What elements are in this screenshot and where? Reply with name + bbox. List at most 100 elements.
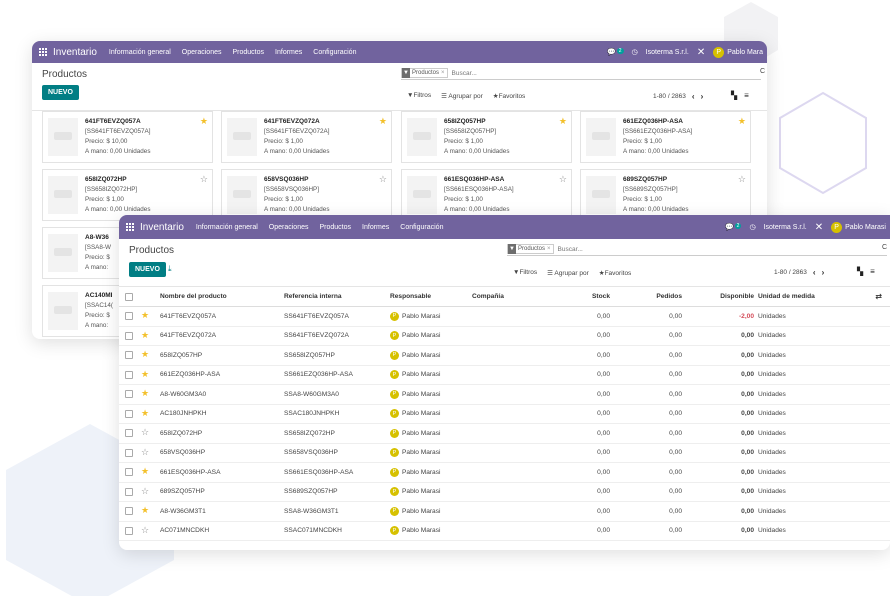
facet-remove-icon[interactable]: × (547, 246, 553, 252)
menu-item-operations[interactable]: Operaciones (269, 224, 309, 231)
clock-icon[interactable]: ◷ (632, 48, 638, 56)
kanban-view-icon[interactable]: ▚ (731, 91, 737, 100)
group-by-button[interactable]: ☰ Agrupar por (441, 92, 483, 100)
favorite-star-icon[interactable]: ★ (141, 349, 149, 360)
chat-icon[interactable]: 💬 2 (725, 223, 742, 231)
table-row[interactable]: ★ 641FT6EVZQ057A SS641FT6EVZQ057A P Pablo Ma… (119, 307, 890, 327)
menu-item-configuration[interactable]: Configuración (313, 49, 356, 56)
favorite-star-icon[interactable]: ★ (379, 116, 387, 127)
favorite-star-icon[interactable]: ★ (141, 408, 149, 419)
clock-icon[interactable]: ◷ (749, 223, 755, 231)
col-stock[interactable]: Stock (592, 293, 610, 300)
menu-item-general[interactable]: Información general (109, 49, 171, 56)
new-button[interactable]: NUEVO (42, 85, 79, 100)
table-row[interactable]: ★ 661ESQ036HP-ASA SS661ESQ036HP-ASA P Pablo … (119, 463, 890, 483)
favorites-button[interactable]: ★Favoritos (493, 92, 526, 100)
menu-item-general[interactable]: Información general (196, 224, 258, 231)
search-facet[interactable]: ▼ Productos × (401, 68, 448, 78)
favorite-star-icon[interactable]: ★ (738, 116, 746, 127)
tools-icon[interactable]: ✕ (697, 47, 705, 58)
kanban-card[interactable]: 658IZQ072HP [SS658IZQ072HP] Precio: $ 1,00… (42, 169, 213, 221)
favorite-star-icon[interactable]: ☆ (141, 427, 149, 438)
kanban-card[interactable]: 641FT6EVZQ057A [SS641FT6EVZQ057A] Precio: … (42, 111, 213, 163)
kanban-card[interactable]: 658IZQ057HP [SS658IZQ057HP] Precio: $ 1,00… (401, 111, 572, 163)
menu-item-operations[interactable]: Operaciones (182, 49, 222, 56)
pager-value[interactable]: 1-80 / 2863 (653, 93, 686, 100)
table-row[interactable]: ★ A8-W60GM3A0 SSA8-W60GM3A0 P Pablo Marasi 0,… (119, 385, 890, 405)
search-bar[interactable]: ▼ Productos × Buscar... C (507, 243, 887, 256)
kanban-card[interactable]: 689SZQ057HP [SS689SZQ057HP] Precio: $ 1,00… (580, 169, 751, 221)
app-menu-icon[interactable] (125, 223, 134, 232)
table-row[interactable]: ☆ AC071MNCDKH SSAC071MNCDKH P Pablo Marasi 0,… (119, 522, 890, 541)
search-bar[interactable]: ▼ Productos × Buscar... C (401, 67, 765, 80)
app-name[interactable]: Inventario (53, 47, 97, 58)
col-ref[interactable]: Referencia interna (284, 293, 342, 300)
favorite-star-icon[interactable]: ☆ (738, 174, 746, 185)
row-checkbox[interactable] (125, 390, 133, 399)
table-row[interactable]: ☆ 689SZQ057HP SS689SZQ057HP P Pablo Marasi 0,… (119, 483, 890, 502)
table-row[interactable]: ★ A8-W36GM3T1 SSA8-W36GM3T1 P Pablo Marasi 0,… (119, 502, 890, 522)
search-facet[interactable]: ▼ Productos × (507, 244, 554, 254)
user-menu[interactable]: P Pablo Marasi (831, 221, 886, 233)
pager-next-icon[interactable]: › (701, 92, 704, 101)
favorite-star-icon[interactable]: ★ (141, 388, 149, 399)
row-checkbox[interactable] (125, 429, 133, 438)
table-row[interactable]: ★ 658IZQ057HP SS658IZQ057HP P Pablo Marasi 0,… (119, 346, 890, 366)
menu-item-reports[interactable]: Informes (275, 49, 302, 56)
row-checkbox[interactable] (125, 487, 133, 496)
menu-item-reports[interactable]: Informes (362, 224, 389, 231)
col-company[interactable]: Compañía (472, 293, 504, 300)
pager-value[interactable]: 1-80 / 2863 (774, 269, 807, 276)
table-row[interactable]: ★ 661EZQ036HP-ASA SS661EZQ036HP-ASA P Pablo … (119, 366, 890, 385)
table-row[interactable]: ☆ 658VSQ036HP SS658VSQ036HP P Pablo Marasi 0,… (119, 444, 890, 463)
favorite-star-icon[interactable]: ★ (559, 116, 567, 127)
pager-prev-icon[interactable]: ‹ (813, 268, 816, 277)
row-checkbox[interactable] (125, 507, 133, 516)
new-button[interactable]: NUEVO (129, 262, 166, 277)
kanban-card[interactable]: 658VSQ036HP [SS658VSQ036HP] Precio: $ 1,00… (221, 169, 392, 221)
user-menu[interactable]: P Pablo Mara (713, 46, 763, 58)
group-by-button[interactable]: ☰ Agrupar por (547, 269, 589, 277)
row-checkbox[interactable] (125, 526, 133, 535)
kanban-card[interactable]: 641FT6EVZQ072A [SS641FT6EVZQ072A] Precio: … (221, 111, 392, 163)
favorite-star-icon[interactable]: ★ (141, 505, 149, 516)
optional-columns-icon[interactable]: ⇄ (875, 292, 882, 301)
table-row[interactable]: ☆ 658IZQ072HP SS658IZQ072HP P Pablo Marasi 0,… (119, 424, 890, 444)
row-checkbox[interactable] (125, 370, 133, 379)
favorite-star-icon[interactable]: ☆ (141, 525, 149, 536)
filters-button[interactable]: ▼Filtros (513, 269, 537, 277)
tools-icon[interactable]: ✕ (815, 222, 823, 233)
table-row[interactable]: ★ 641FT6EVZQ072A SS641FT6EVZQ072A P Pablo Ma… (119, 327, 890, 346)
favorite-star-icon[interactable]: ★ (200, 116, 208, 127)
pager-prev-icon[interactable]: ‹ (692, 92, 695, 101)
favorite-star-icon[interactable]: ☆ (379, 174, 387, 185)
favorite-star-icon[interactable]: ★ (141, 330, 149, 341)
kanban-card[interactable]: 661EZQ036HP-ASA [SS661EZQ036HP-ASA] Precio… (580, 111, 751, 163)
table-row[interactable]: ★ AC180JNHPKH SSAC180JNHPKH P Pablo Marasi 0,… (119, 405, 890, 424)
filters-button[interactable]: ▼Filtros (407, 92, 431, 100)
col-orders[interactable]: Pedidos (656, 293, 682, 300)
company-name[interactable]: Isoterma S.r.l. (764, 224, 807, 231)
list-view-icon[interactable]: ≡ (870, 267, 875, 276)
col-available[interactable]: Disponible (720, 293, 754, 300)
pager-next-icon[interactable]: › (822, 268, 825, 277)
search-input[interactable]: Buscar... (558, 246, 583, 253)
favorite-star-icon[interactable]: ☆ (141, 486, 149, 497)
row-checkbox[interactable] (125, 468, 133, 477)
kanban-view-icon[interactable]: ▚ (857, 267, 863, 276)
menu-item-products[interactable]: Productos (320, 224, 352, 231)
row-checkbox[interactable] (125, 312, 133, 321)
row-checkbox[interactable] (125, 448, 133, 457)
menu-item-configuration[interactable]: Configuración (400, 224, 443, 231)
col-uom[interactable]: Unidad de medida (758, 293, 815, 300)
select-all-checkbox[interactable] (125, 292, 133, 301)
row-checkbox[interactable] (125, 409, 133, 418)
row-checkbox[interactable] (125, 331, 133, 340)
col-name[interactable]: Nombre del producto (160, 293, 227, 300)
list-view-icon[interactable]: ≡ (744, 91, 749, 100)
row-checkbox[interactable] (125, 351, 133, 360)
chat-icon[interactable]: 💬 2 (607, 48, 624, 56)
favorite-star-icon[interactable]: ★ (141, 466, 149, 477)
favorite-star-icon[interactable]: ★ (141, 369, 149, 380)
app-menu-icon[interactable] (38, 48, 47, 57)
